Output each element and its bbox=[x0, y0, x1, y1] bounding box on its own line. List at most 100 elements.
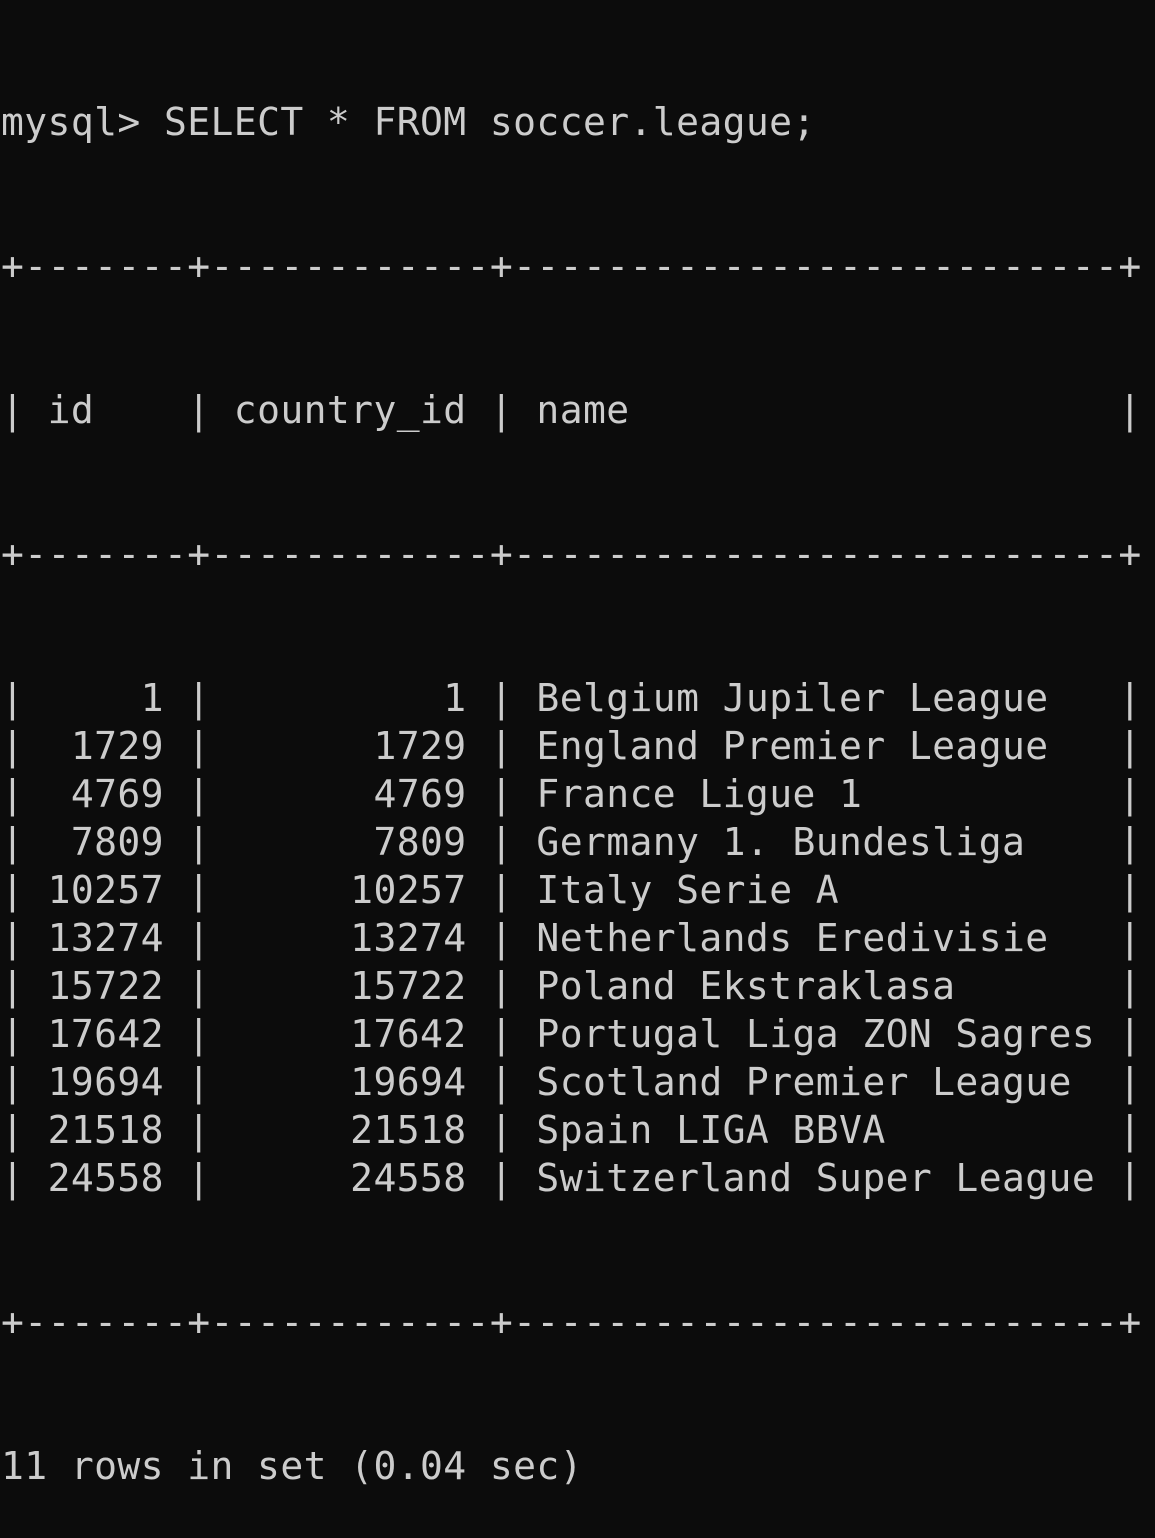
cell-country-id: 21518 bbox=[233, 1108, 467, 1152]
cell-id: 15722 bbox=[47, 964, 164, 1008]
column-separator: | bbox=[1095, 1108, 1142, 1152]
column-separator: | bbox=[1095, 820, 1142, 864]
header-name: name bbox=[536, 388, 1096, 432]
cell-id: 4769 bbox=[47, 772, 164, 816]
column-separator: | bbox=[1095, 388, 1142, 432]
column-separator: | bbox=[1095, 916, 1142, 960]
column-separator: | bbox=[466, 676, 537, 720]
cell-id: 1729 bbox=[47, 724, 164, 768]
column-separator: | bbox=[1095, 1012, 1142, 1056]
cell-name: Switzerland Super League bbox=[536, 1156, 1096, 1200]
column-separator: | bbox=[163, 676, 234, 720]
column-separator: | bbox=[163, 820, 234, 864]
table-border-header: +-------+------------+------------------… bbox=[1, 532, 1142, 576]
column-separator: | bbox=[1, 1060, 48, 1104]
table-row: | 21518 | 21518 | Spain LIGA BBVA | bbox=[1, 1106, 1155, 1154]
cell-country-id: 17642 bbox=[233, 1012, 467, 1056]
column-separator: | bbox=[1, 916, 48, 960]
cell-name: Italy Serie A bbox=[536, 868, 1096, 912]
column-separator: | bbox=[1, 964, 48, 1008]
column-separator: | bbox=[163, 388, 234, 432]
column-separator: | bbox=[466, 1060, 537, 1104]
column-separator: | bbox=[466, 964, 537, 1008]
column-separator: | bbox=[1095, 1060, 1142, 1104]
table-row: | 1729 | 1729 | England Premier League | bbox=[1, 722, 1155, 770]
cell-country-id: 4769 bbox=[233, 772, 467, 816]
column-separator: | bbox=[466, 388, 537, 432]
header-id: id bbox=[47, 388, 164, 432]
column-separator: | bbox=[1, 1012, 48, 1056]
cell-country-id: 13274 bbox=[233, 916, 467, 960]
column-separator: | bbox=[1, 1108, 48, 1152]
column-separator: | bbox=[163, 1060, 234, 1104]
result-footer: 11 rows in set (0.04 sec) bbox=[1, 1444, 583, 1488]
header-country-id: country_id bbox=[233, 388, 467, 432]
column-separator: | bbox=[466, 1108, 537, 1152]
column-separator: | bbox=[163, 964, 234, 1008]
column-separator: | bbox=[1, 1156, 48, 1200]
cell-id: 21518 bbox=[47, 1108, 164, 1152]
column-separator: | bbox=[466, 916, 537, 960]
table-body: | 1 | 1 | Belgium Jupiler League | | 1729… bbox=[1, 674, 1155, 1202]
cell-id: 19694 bbox=[47, 1060, 164, 1104]
column-separator: | bbox=[163, 1108, 234, 1152]
column-separator: | bbox=[466, 1012, 537, 1056]
table-header-row: | id | country_id | name | bbox=[1, 386, 1155, 434]
terminal-window[interactable]: mysql> SELECT * FROM soccer.league; +---… bbox=[0, 0, 1155, 1488]
column-separator: | bbox=[466, 724, 537, 768]
column-separator: | bbox=[163, 724, 234, 768]
column-separator: | bbox=[1, 820, 48, 864]
column-separator: | bbox=[1, 388, 48, 432]
cell-id: 1 bbox=[47, 676, 164, 720]
column-separator: | bbox=[163, 916, 234, 960]
column-separator: | bbox=[1095, 724, 1142, 768]
cell-country-id: 15722 bbox=[233, 964, 467, 1008]
table-row: | 1 | 1 | Belgium Jupiler League | bbox=[1, 674, 1155, 722]
table-row: | 19694 | 19694 | Scotland Premier Leagu… bbox=[1, 1058, 1155, 1106]
column-separator: | bbox=[1095, 1156, 1142, 1200]
cell-id: 7809 bbox=[47, 820, 164, 864]
cell-name: Germany 1. Bundesliga bbox=[536, 820, 1096, 864]
cell-country-id: 1 bbox=[233, 676, 467, 720]
cell-country-id: 1729 bbox=[233, 724, 467, 768]
column-separator: | bbox=[466, 820, 537, 864]
cell-name: Portugal Liga ZON Sagres bbox=[536, 1012, 1096, 1056]
table-row: | 10257 | 10257 | Italy Serie A | bbox=[1, 866, 1155, 914]
table-row: | 4769 | 4769 | France Ligue 1 | bbox=[1, 770, 1155, 818]
table-row: | 17642 | 17642 | Portugal Liga ZON Sagr… bbox=[1, 1010, 1155, 1058]
column-separator: | bbox=[466, 772, 537, 816]
column-separator: | bbox=[1095, 964, 1142, 1008]
column-separator: | bbox=[1095, 676, 1142, 720]
cell-country-id: 10257 bbox=[233, 868, 467, 912]
cell-name: Spain LIGA BBVA bbox=[536, 1108, 1096, 1152]
column-separator: | bbox=[1095, 868, 1142, 912]
command-line: mysql> SELECT * FROM soccer.league; bbox=[1, 98, 1155, 146]
cell-name: France Ligue 1 bbox=[536, 772, 1096, 816]
cell-name: Scotland Premier League bbox=[536, 1060, 1096, 1104]
column-separator: | bbox=[163, 868, 234, 912]
column-separator: | bbox=[1, 676, 48, 720]
table-row: | 24558 | 24558 | Switzerland Super Leag… bbox=[1, 1154, 1155, 1202]
cell-country-id: 19694 bbox=[233, 1060, 467, 1104]
cell-name: England Premier League bbox=[536, 724, 1096, 768]
table-border-bottom: +-------+------------+------------------… bbox=[1, 1300, 1142, 1344]
cell-name: Belgium Jupiler League bbox=[536, 676, 1096, 720]
sql-command: SELECT * FROM soccer.league; bbox=[163, 100, 816, 144]
prompt: mysql> bbox=[1, 100, 141, 144]
column-separator: | bbox=[1, 724, 48, 768]
column-separator: | bbox=[466, 1156, 537, 1200]
column-separator: | bbox=[466, 868, 537, 912]
table-row: | 15722 | 15722 | Poland Ekstraklasa | bbox=[1, 962, 1155, 1010]
column-separator: | bbox=[163, 772, 234, 816]
cell-name: Poland Ekstraklasa bbox=[536, 964, 1096, 1008]
cell-country-id: 7809 bbox=[233, 820, 467, 864]
column-separator: | bbox=[1, 772, 48, 816]
column-separator: | bbox=[1095, 772, 1142, 816]
cell-id: 24558 bbox=[47, 1156, 164, 1200]
cell-id: 13274 bbox=[47, 916, 164, 960]
column-separator: | bbox=[1, 868, 48, 912]
cell-country-id: 24558 bbox=[233, 1156, 467, 1200]
column-separator: | bbox=[163, 1012, 234, 1056]
column-separator: | bbox=[163, 1156, 234, 1200]
cell-id: 10257 bbox=[47, 868, 164, 912]
